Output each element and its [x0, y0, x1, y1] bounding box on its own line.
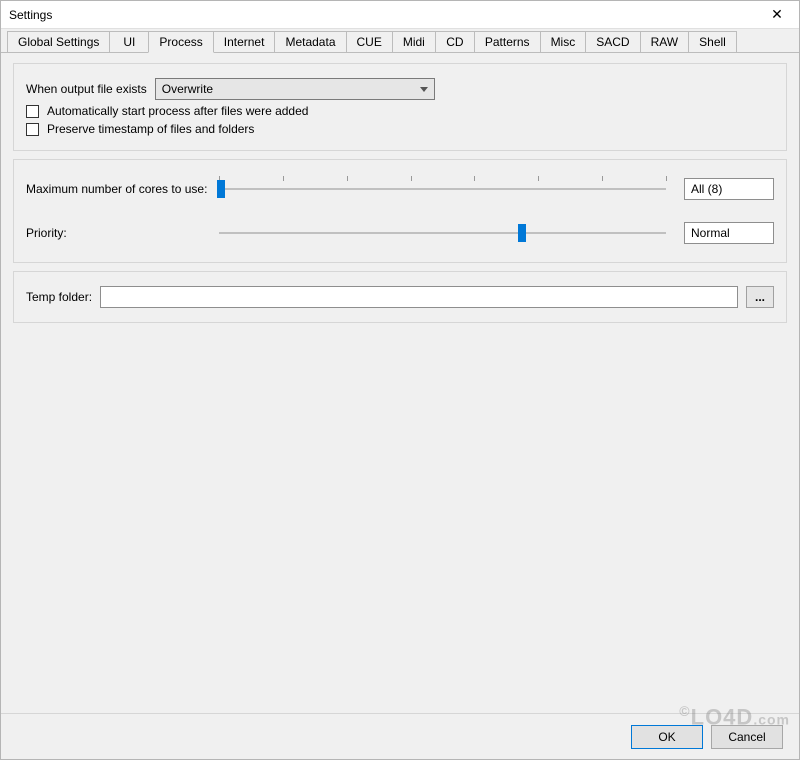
preserve-ts-label: Preserve timestamp of files and folders — [47, 122, 254, 136]
window-title: Settings — [9, 8, 52, 22]
tab-metadata[interactable]: Metadata — [274, 31, 346, 52]
priority-slider[interactable] — [209, 218, 676, 248]
temp-folder-input[interactable] — [100, 286, 738, 308]
performance-group: Maximum number of cores to use: All (8) … — [13, 159, 787, 263]
tab-cue[interactable]: CUE — [346, 31, 393, 52]
preserve-ts-checkbox[interactable] — [26, 123, 39, 136]
dialog-footer: OK Cancel — [1, 713, 799, 759]
output-exists-combo[interactable]: Overwrite — [155, 78, 435, 100]
auto-start-row[interactable]: Automatically start process after files … — [26, 104, 774, 118]
tab-shell[interactable]: Shell — [688, 31, 737, 52]
tabstrip: Global SettingsUIProcessInternetMetadata… — [1, 29, 799, 53]
tab-cd[interactable]: CD — [435, 31, 475, 52]
cancel-button[interactable]: Cancel — [711, 725, 783, 749]
tab-raw[interactable]: RAW — [640, 31, 690, 52]
tab-misc[interactable]: Misc — [540, 31, 587, 52]
cores-value-input[interactable]: All (8) — [684, 178, 774, 200]
tab-midi[interactable]: Midi — [392, 31, 436, 52]
preserve-ts-row[interactable]: Preserve timestamp of files and folders — [26, 122, 774, 136]
tab-content-process: When output file exists Overwrite Automa… — [1, 53, 799, 713]
tab-sacd[interactable]: SACD — [585, 31, 640, 52]
tab-process[interactable]: Process — [148, 31, 213, 53]
cores-slider-thumb[interactable] — [217, 180, 225, 198]
settings-window: Settings ✕ Global SettingsUIProcessInter… — [0, 0, 800, 760]
titlebar: Settings ✕ — [1, 1, 799, 29]
auto-start-label: Automatically start process after files … — [47, 104, 308, 118]
cores-slider[interactable] — [209, 174, 676, 204]
priority-value-input[interactable]: Normal — [684, 222, 774, 244]
chevron-down-icon — [420, 87, 428, 92]
output-group: When output file exists Overwrite Automa… — [13, 63, 787, 151]
close-icon[interactable]: ✕ — [763, 1, 791, 28]
cores-label: Maximum number of cores to use: — [26, 182, 201, 196]
output-exists-value: Overwrite — [162, 82, 213, 96]
auto-start-checkbox[interactable] — [26, 105, 39, 118]
temp-group: Temp folder: ... — [13, 271, 787, 323]
priority-label: Priority: — [26, 226, 201, 240]
tab-patterns[interactable]: Patterns — [474, 31, 541, 52]
ok-button[interactable]: OK — [631, 725, 703, 749]
output-exists-label: When output file exists — [26, 82, 147, 96]
tab-internet[interactable]: Internet — [213, 31, 276, 52]
priority-slider-thumb[interactable] — [518, 224, 526, 242]
browse-button[interactable]: ... — [746, 286, 774, 308]
tab-ui[interactable]: UI — [109, 31, 149, 52]
tab-global-settings[interactable]: Global Settings — [7, 31, 110, 52]
temp-label: Temp folder: — [26, 290, 92, 304]
